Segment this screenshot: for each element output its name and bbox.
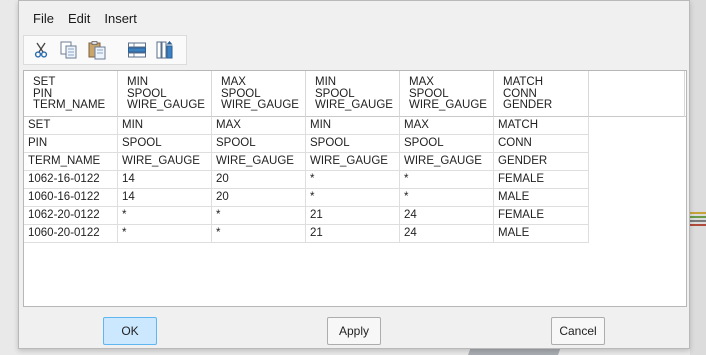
insert-column-icon — [156, 41, 173, 59]
table-cell[interactable]: MALE — [494, 189, 589, 207]
header-line: WIRE_GAUGE — [127, 99, 205, 111]
table-cell[interactable]: * — [212, 207, 306, 225]
table-cell[interactable]: 24 — [400, 225, 494, 243]
table-cell[interactable]: 21 — [306, 225, 400, 243]
table-cell[interactable]: 24 — [400, 207, 494, 225]
table-cell[interactable]: FEMALE — [494, 171, 589, 189]
table-row: TERM_NAME WIRE_GAUGE WIRE_GAUGE WIRE_GAUGE W… — [24, 153, 589, 171]
header-line: MAX — [221, 76, 246, 88]
header-line: GENDER — [503, 99, 553, 111]
table-cell[interactable]: * — [400, 189, 494, 207]
table-cell[interactable]: * — [212, 225, 306, 243]
table-cell[interactable]: GENDER — [494, 153, 589, 171]
table-header-row: SET PIN TERM_NAME MIN SPOOL WIRE_GAUGE M… — [24, 71, 589, 117]
header-line: MAX — [409, 76, 434, 88]
copy-button[interactable] — [58, 39, 80, 61]
header-line: SET — [33, 76, 56, 88]
background-wire — [690, 212, 706, 214]
table-cell[interactable]: WIRE_GAUGE — [400, 153, 494, 171]
table-cell[interactable]: * — [306, 189, 400, 207]
table-cell[interactable]: 1062-20-0122 — [24, 207, 118, 225]
ok-button[interactable]: OK — [103, 317, 157, 345]
table-cell[interactable]: WIRE_GAUGE — [118, 153, 212, 171]
table-row: 1062-16-0122 14 20 * * FEMALE — [24, 171, 589, 189]
menu-insert[interactable]: Insert — [98, 9, 143, 28]
background-wire — [690, 224, 706, 226]
header-separator — [684, 71, 685, 117]
table-cell[interactable]: 21 — [306, 207, 400, 225]
header-filler — [589, 71, 686, 117]
table-cell[interactable]: 14 — [118, 171, 212, 189]
column-header[interactable]: MAX SPOOL WIRE_GAUGE — [212, 71, 306, 117]
table-cell[interactable]: TERM_NAME — [24, 153, 118, 171]
table-cell[interactable]: SET — [24, 117, 118, 135]
toolbar — [23, 35, 187, 65]
table-cell[interactable]: * — [400, 171, 494, 189]
scissors-icon — [34, 42, 48, 58]
table-cell[interactable]: SPOOL — [306, 135, 400, 153]
table-cell[interactable]: SPOOL — [118, 135, 212, 153]
table-cell[interactable]: WIRE_GAUGE — [306, 153, 400, 171]
menu-bar: File Edit Insert — [19, 5, 145, 31]
header-line: WIRE_GAUGE — [221, 99, 299, 111]
table-cell[interactable]: PIN — [24, 135, 118, 153]
data-table: SET PIN TERM_NAME MIN SPOOL WIRE_GAUGE M… — [23, 70, 687, 307]
table-cell[interactable]: 1060-20-0122 — [24, 225, 118, 243]
table-cell[interactable]: CONN — [494, 135, 589, 153]
table-cell[interactable]: MATCH — [494, 117, 589, 135]
table-grid: SET PIN TERM_NAME MIN SPOOL WIRE_GAUGE M… — [24, 71, 589, 243]
background-wire — [690, 216, 706, 218]
table-cell[interactable]: FEMALE — [494, 207, 589, 225]
table-cell[interactable]: * — [118, 225, 212, 243]
column-header[interactable]: MAX SPOOL WIRE_GAUGE — [400, 71, 494, 117]
menu-file[interactable]: File — [27, 9, 60, 28]
table-cell[interactable]: 14 — [118, 189, 212, 207]
table-cell[interactable]: SPOOL — [212, 135, 306, 153]
menu-edit[interactable]: Edit — [62, 9, 96, 28]
paste-icon — [88, 41, 106, 60]
header-line: WIRE_GAUGE — [409, 99, 487, 111]
paste-button[interactable] — [86, 39, 108, 61]
table-cell[interactable]: MIN — [306, 117, 400, 135]
table-cell[interactable]: WIRE_GAUGE — [212, 153, 306, 171]
background-wire — [690, 220, 706, 222]
column-header[interactable]: MIN SPOOL WIRE_GAUGE — [306, 71, 400, 117]
table-row: SET MIN MAX MIN MAX MATCH — [24, 117, 589, 135]
table-cell[interactable]: 1062-16-0122 — [24, 171, 118, 189]
table-cell[interactable]: MAX — [400, 117, 494, 135]
table-editor-dialog: File Edit Insert SET PIN TERM_NAME MIN S… — [18, 0, 690, 349]
apply-button[interactable]: Apply — [327, 317, 381, 345]
table-row: 1060-20-0122 * * 21 24 MALE — [24, 225, 589, 243]
column-header[interactable]: MATCH CONN GENDER — [494, 71, 589, 117]
table-cell[interactable]: MALE — [494, 225, 589, 243]
column-header[interactable]: SET PIN TERM_NAME — [24, 71, 118, 117]
header-line: WIRE_GAUGE — [315, 99, 393, 111]
cancel-button[interactable]: Cancel — [551, 317, 605, 345]
table-cell[interactable]: SPOOL — [400, 135, 494, 153]
copy-icon — [60, 41, 77, 59]
table-cell[interactable]: 20 — [212, 171, 306, 189]
table-row: PIN SPOOL SPOOL SPOOL SPOOL CONN — [24, 135, 589, 153]
insert-column-button[interactable] — [154, 39, 176, 61]
table-cell[interactable]: * — [306, 171, 400, 189]
header-line: MATCH — [503, 76, 544, 88]
table-row: 1062-20-0122 * * 21 24 FEMALE — [24, 207, 589, 225]
table-cell[interactable]: MIN — [118, 117, 212, 135]
table-cell[interactable]: 1060-16-0122 — [24, 189, 118, 207]
table-cell[interactable]: * — [118, 207, 212, 225]
table-cell[interactable]: MAX — [212, 117, 306, 135]
background-app-strip — [690, 0, 706, 355]
cut-button[interactable] — [30, 39, 52, 61]
insert-row-button[interactable] — [126, 39, 148, 61]
header-line: MIN — [315, 76, 337, 88]
header-line: MIN — [127, 76, 149, 88]
column-header[interactable]: MIN SPOOL WIRE_GAUGE — [118, 71, 212, 117]
header-line: TERM_NAME — [33, 99, 106, 111]
insert-row-icon — [128, 42, 146, 58]
table-cell[interactable]: 20 — [212, 189, 306, 207]
table-body: SET MIN MAX MIN MAX MATCH PIN SPOOL SPOOL SPOOL SP… — [24, 117, 589, 243]
table-row: 1060-16-0122 14 20 * * MALE — [24, 189, 589, 207]
